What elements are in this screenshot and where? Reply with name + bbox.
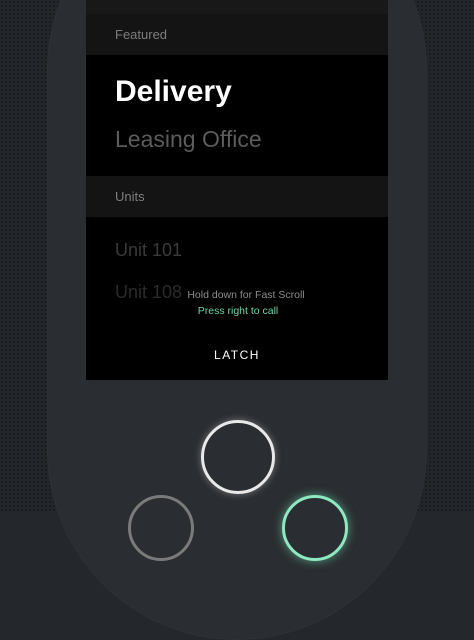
intercom-screen: Featured Delivery Leasing Office Units U… (86, 0, 388, 380)
directory-item-unit-101[interactable]: Unit 101 (115, 240, 182, 261)
section-header-featured: Featured (86, 14, 388, 55)
left-button[interactable] (128, 495, 194, 561)
section-header-units: Units (86, 176, 388, 217)
screen-top-band (86, 0, 388, 14)
directory-item-leasing-office[interactable]: Leasing Office (115, 126, 262, 153)
directory-item-delivery[interactable]: Delivery (115, 75, 232, 109)
call-hint: Press right to call (197, 305, 279, 317)
select-button[interactable] (201, 420, 275, 494)
fast-scroll-hint: Hold down for Fast Scroll (187, 289, 305, 301)
right-call-button[interactable] (282, 495, 348, 561)
latch-logo: LATCH (214, 348, 260, 362)
